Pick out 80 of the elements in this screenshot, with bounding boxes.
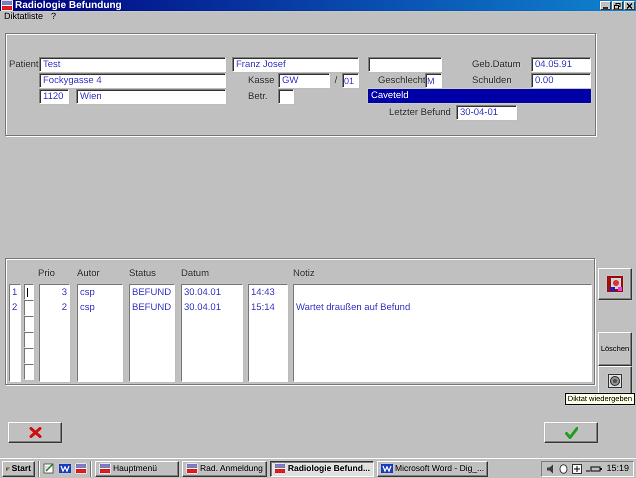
start-button[interactable]: Start (2, 460, 35, 476)
window-title: Radiologie Befundung (15, 0, 122, 10)
field-label: Geschlecht (378, 76, 425, 86)
picture-icon (607, 276, 623, 292)
taskbar-button[interactable]: Hauptmenü (95, 460, 179, 476)
app-icon (99, 463, 111, 474)
input-field[interactable] (278, 89, 294, 104)
row-marker[interactable] (24, 284, 34, 300)
table-cell: 14:43 (251, 287, 275, 298)
app-icon[interactable] (75, 463, 87, 474)
clock: 15:19 (606, 464, 629, 473)
debt-field[interactable]: 0.00 (531, 73, 591, 88)
close-icon (626, 2, 633, 8)
table-cell: Wartet draußen auf Befund (296, 302, 410, 313)
row-marker[interactable] (24, 332, 34, 348)
app-icon (186, 463, 198, 474)
keyboard-icon (572, 464, 582, 474)
cross-icon (28, 427, 42, 438)
document-icon[interactable] (59, 463, 71, 474)
table-cell: 30.04.01 (184, 287, 221, 298)
last-name-field[interactable]: Test (39, 57, 226, 72)
check-icon (564, 426, 578, 438)
field-label: Schulden (472, 76, 513, 86)
notepad-icon[interactable] (43, 463, 55, 474)
row-marker[interactable] (24, 300, 34, 316)
close-button[interactable] (624, 1, 635, 10)
insurance-number-field[interactable]: 01 (342, 73, 359, 88)
taskbar-button[interactable]: Rad. Anmeldung (182, 460, 267, 476)
last-report-field[interactable]: 30-04-01 (456, 105, 517, 120)
minimize-button[interactable] (600, 1, 611, 10)
table-cell: BEFUND (132, 302, 172, 313)
taskbar-button[interactable]: Microsoft Word - Dig_... (377, 460, 488, 476)
birth-date-field[interactable]: 04.05.91 (531, 57, 591, 72)
input-field[interactable] (368, 57, 442, 72)
field-label: Kasse (248, 76, 276, 86)
sex-field[interactable]: M (425, 73, 442, 88)
field-label: / (334, 76, 338, 86)
field-label: Betr. (248, 92, 269, 102)
column-header: Datum (181, 268, 209, 279)
column-header: Prio (38, 268, 55, 279)
play-button[interactable] (598, 366, 632, 396)
city-field[interactable]: Wien (76, 89, 226, 104)
column-header: Status (129, 268, 156, 279)
zip-field[interactable]: 1120 (39, 89, 69, 104)
cancel-button[interactable] (8, 422, 62, 443)
restore-button[interactable] (612, 1, 623, 10)
field-label: Letzter Befund (388, 108, 452, 118)
text-cursor (27, 288, 28, 297)
image-button[interactable] (598, 268, 632, 300)
menu-item[interactable]: ? (51, 12, 56, 21)
restore-icon (614, 2, 621, 8)
table-cell: 3 (62, 287, 67, 298)
row-marker[interactable] (24, 316, 34, 332)
street-field[interactable]: Fockygasse 4 (39, 73, 226, 88)
field-label: Patient (8, 60, 39, 70)
table-cell: BEFUND (132, 287, 172, 298)
table-cell: 2 (62, 302, 67, 313)
warning-banner: Caveteld (368, 89, 591, 103)
row-marker[interactable] (24, 364, 34, 380)
row-marker[interactable] (24, 348, 34, 364)
document-icon (381, 463, 394, 474)
column-header: Autor (77, 268, 100, 279)
taskbar-button[interactable]: Radiologie Befund... (270, 460, 374, 476)
table-cell: 1 (12, 287, 18, 298)
ok-button[interactable] (544, 422, 598, 443)
battery-icon (586, 464, 602, 472)
volume-icon (546, 464, 556, 474)
app-icon (274, 463, 286, 474)
table-cell: 30.04.01 (184, 302, 221, 313)
table-cell: csp (80, 302, 95, 313)
mouse-icon (559, 464, 568, 474)
speaker-icon (608, 374, 622, 388)
table-cell: 15:14 (251, 302, 275, 313)
table-cell: 2 (12, 302, 18, 313)
app-icon (1, 0, 13, 11)
column-header: Notiz (293, 268, 315, 279)
menu-item[interactable]: Diktatliste (4, 12, 44, 21)
table-cell: csp (80, 287, 95, 298)
insurance-field[interactable]: GW (278, 73, 330, 88)
first-name-field[interactable]: Franz Josef (232, 57, 359, 72)
